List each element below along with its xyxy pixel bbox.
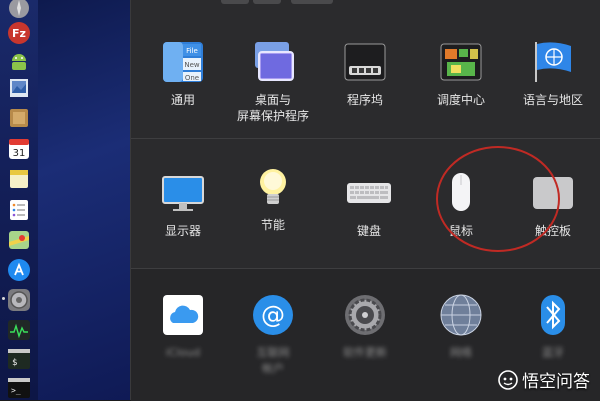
show-all-button[interactable] xyxy=(291,0,333,4)
pref-label: 桌面与 屏幕保护程序 xyxy=(236,93,309,123)
pref-label: 互联网 帐户 xyxy=(256,346,290,375)
wukong-logo-icon xyxy=(498,369,518,390)
dock: Fz 31 $ >_ xyxy=(0,0,39,400)
activity-monitor-icon[interactable] xyxy=(7,318,31,342)
globe-icon xyxy=(439,293,483,337)
pref-label: 显示器 xyxy=(164,224,201,238)
back-button[interactable] xyxy=(221,0,249,4)
pref-energy-saver[interactable]: 节能 xyxy=(231,165,315,233)
pref-dock[interactable]: 程序坞 xyxy=(323,40,407,108)
pref-internet-accounts[interactable]: @ 互联网 帐户 xyxy=(231,293,315,377)
pref-desktop-screensaver[interactable]: 桌面与 屏幕保护程序 xyxy=(231,40,315,124)
pref-label: 蓝牙 xyxy=(542,346,564,359)
launchpad-icon[interactable] xyxy=(7,0,31,20)
maps-icon[interactable] xyxy=(7,228,31,252)
pref-keyboard[interactable]: 键盘 xyxy=(327,171,411,239)
pref-label: 语言与地区 xyxy=(522,93,583,107)
svg-text:One: One xyxy=(185,74,199,82)
running-indicator xyxy=(2,297,5,300)
notes-icon[interactable] xyxy=(7,106,31,130)
pref-icloud[interactable]: iCloud xyxy=(141,293,225,361)
pref-language-region[interactable]: 语言与地区 xyxy=(511,40,595,108)
lightbulb-icon xyxy=(251,165,295,209)
console-icon[interactable]: $ xyxy=(7,347,31,371)
android-icon[interactable] xyxy=(7,48,31,72)
pref-label: 程序坞 xyxy=(346,93,383,107)
svg-text:Fz: Fz xyxy=(12,27,26,40)
watermark: 悟空问答 xyxy=(498,367,590,392)
mission-control-icon xyxy=(439,40,483,84)
watermark-text: 悟空问答 xyxy=(522,372,590,392)
icloud-icon xyxy=(161,293,205,337)
calendar-day-text: 31 xyxy=(13,148,26,159)
svg-text:New: New xyxy=(184,61,200,69)
desktop-screensaver-icon xyxy=(251,40,295,84)
reminders-icon[interactable] xyxy=(7,198,31,222)
language-region-icon xyxy=(531,40,575,84)
pref-label: 键盘 xyxy=(356,224,381,238)
general-icon: File New One xyxy=(161,40,205,84)
system-preferences-window: File New One 通用 桌面与 屏幕保护程序 程序坞 调度中心 语言与地… xyxy=(130,0,600,401)
pref-label: 网络 xyxy=(450,346,472,359)
terminal-icon[interactable]: >_ xyxy=(7,376,31,400)
personal-section: File New One 通用 桌面与 屏幕保护程序 程序坞 调度中心 语言与地… xyxy=(131,14,600,134)
desktop-background xyxy=(38,0,130,400)
at-sign-icon: @ xyxy=(251,293,295,337)
pref-general[interactable]: File New One 通用 xyxy=(141,40,225,108)
dock-pref-icon xyxy=(343,40,387,84)
pref-label: 软件更新 xyxy=(343,346,387,359)
gear-icon xyxy=(343,293,387,337)
displays-icon xyxy=(161,171,205,215)
pref-label: 通用 xyxy=(170,93,195,107)
preview-icon[interactable] xyxy=(7,76,31,100)
keyboard-icon xyxy=(347,171,391,215)
pref-software-update[interactable]: 软件更新 xyxy=(323,293,407,361)
app-store-icon[interactable] xyxy=(7,258,31,282)
pref-mission-control[interactable]: 调度中心 xyxy=(419,40,503,108)
svg-text:File: File xyxy=(186,47,198,55)
system-preferences-icon[interactable] xyxy=(7,288,31,312)
calendar-icon[interactable]: 31 xyxy=(7,137,31,161)
forward-button[interactable] xyxy=(253,0,281,4)
filezilla-icon[interactable]: Fz xyxy=(7,21,31,45)
pref-network[interactable]: 网络 xyxy=(419,293,503,361)
svg-text:@: @ xyxy=(261,301,285,329)
bluetooth-icon xyxy=(531,293,575,337)
pref-label: iCloud xyxy=(165,346,201,359)
pref-label: 调度中心 xyxy=(436,93,485,107)
svg-text:>_: >_ xyxy=(11,386,21,395)
svg-text:$: $ xyxy=(12,358,17,368)
pref-bluetooth[interactable]: 蓝牙 xyxy=(511,293,595,361)
stickies-icon[interactable] xyxy=(7,167,31,191)
pref-displays[interactable]: 显示器 xyxy=(141,171,225,239)
red-highlight-circle xyxy=(436,146,560,252)
pref-label: 节能 xyxy=(260,218,285,232)
